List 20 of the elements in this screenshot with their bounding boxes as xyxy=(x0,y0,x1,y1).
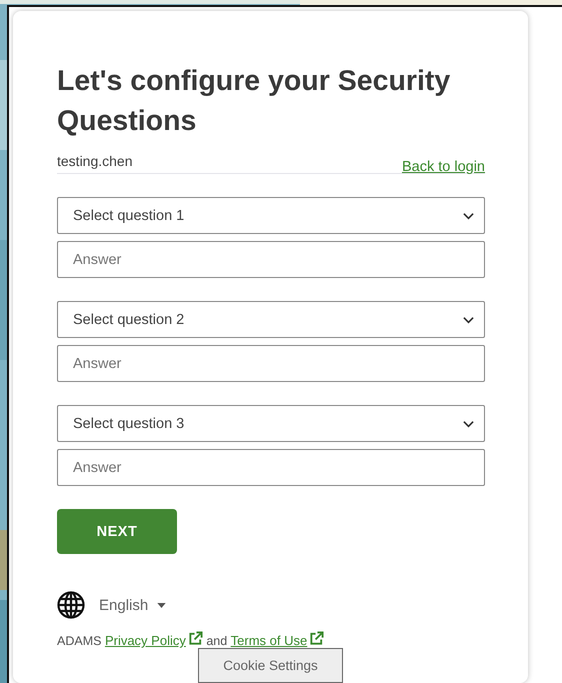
next-button[interactable]: NEXT xyxy=(57,509,177,554)
back-to-login-link[interactable]: Back to login xyxy=(402,159,485,175)
answer-field[interactable]: Answer xyxy=(57,345,485,382)
legal-text: ADAMS Privacy Policy and Terms of Use xyxy=(57,631,324,649)
caret-icon xyxy=(157,602,166,608)
chevron-down-icon xyxy=(463,212,474,220)
question-select[interactable]: Select question 3 xyxy=(57,405,485,442)
terms-of-use-link[interactable]: Terms of Use xyxy=(230,633,324,648)
answer-field[interactable]: Answer xyxy=(57,449,485,486)
page-title: Let's configure your Security Questions xyxy=(57,64,452,139)
privacy-policy-link[interactable]: Privacy Policy xyxy=(104,633,203,648)
question-select[interactable]: Select question 2 xyxy=(57,301,485,338)
cookie-settings-button[interactable]: Cookie Settings xyxy=(198,648,343,683)
username-text: testing.chen xyxy=(57,153,132,169)
answer-field[interactable]: Answer xyxy=(57,241,485,278)
language-dropdown[interactable]: English xyxy=(99,596,166,614)
chevron-down-icon xyxy=(463,316,474,324)
chevron-down-icon xyxy=(463,420,474,428)
question-select[interactable]: Select question 1 xyxy=(57,197,485,234)
globe-icon xyxy=(57,591,85,619)
